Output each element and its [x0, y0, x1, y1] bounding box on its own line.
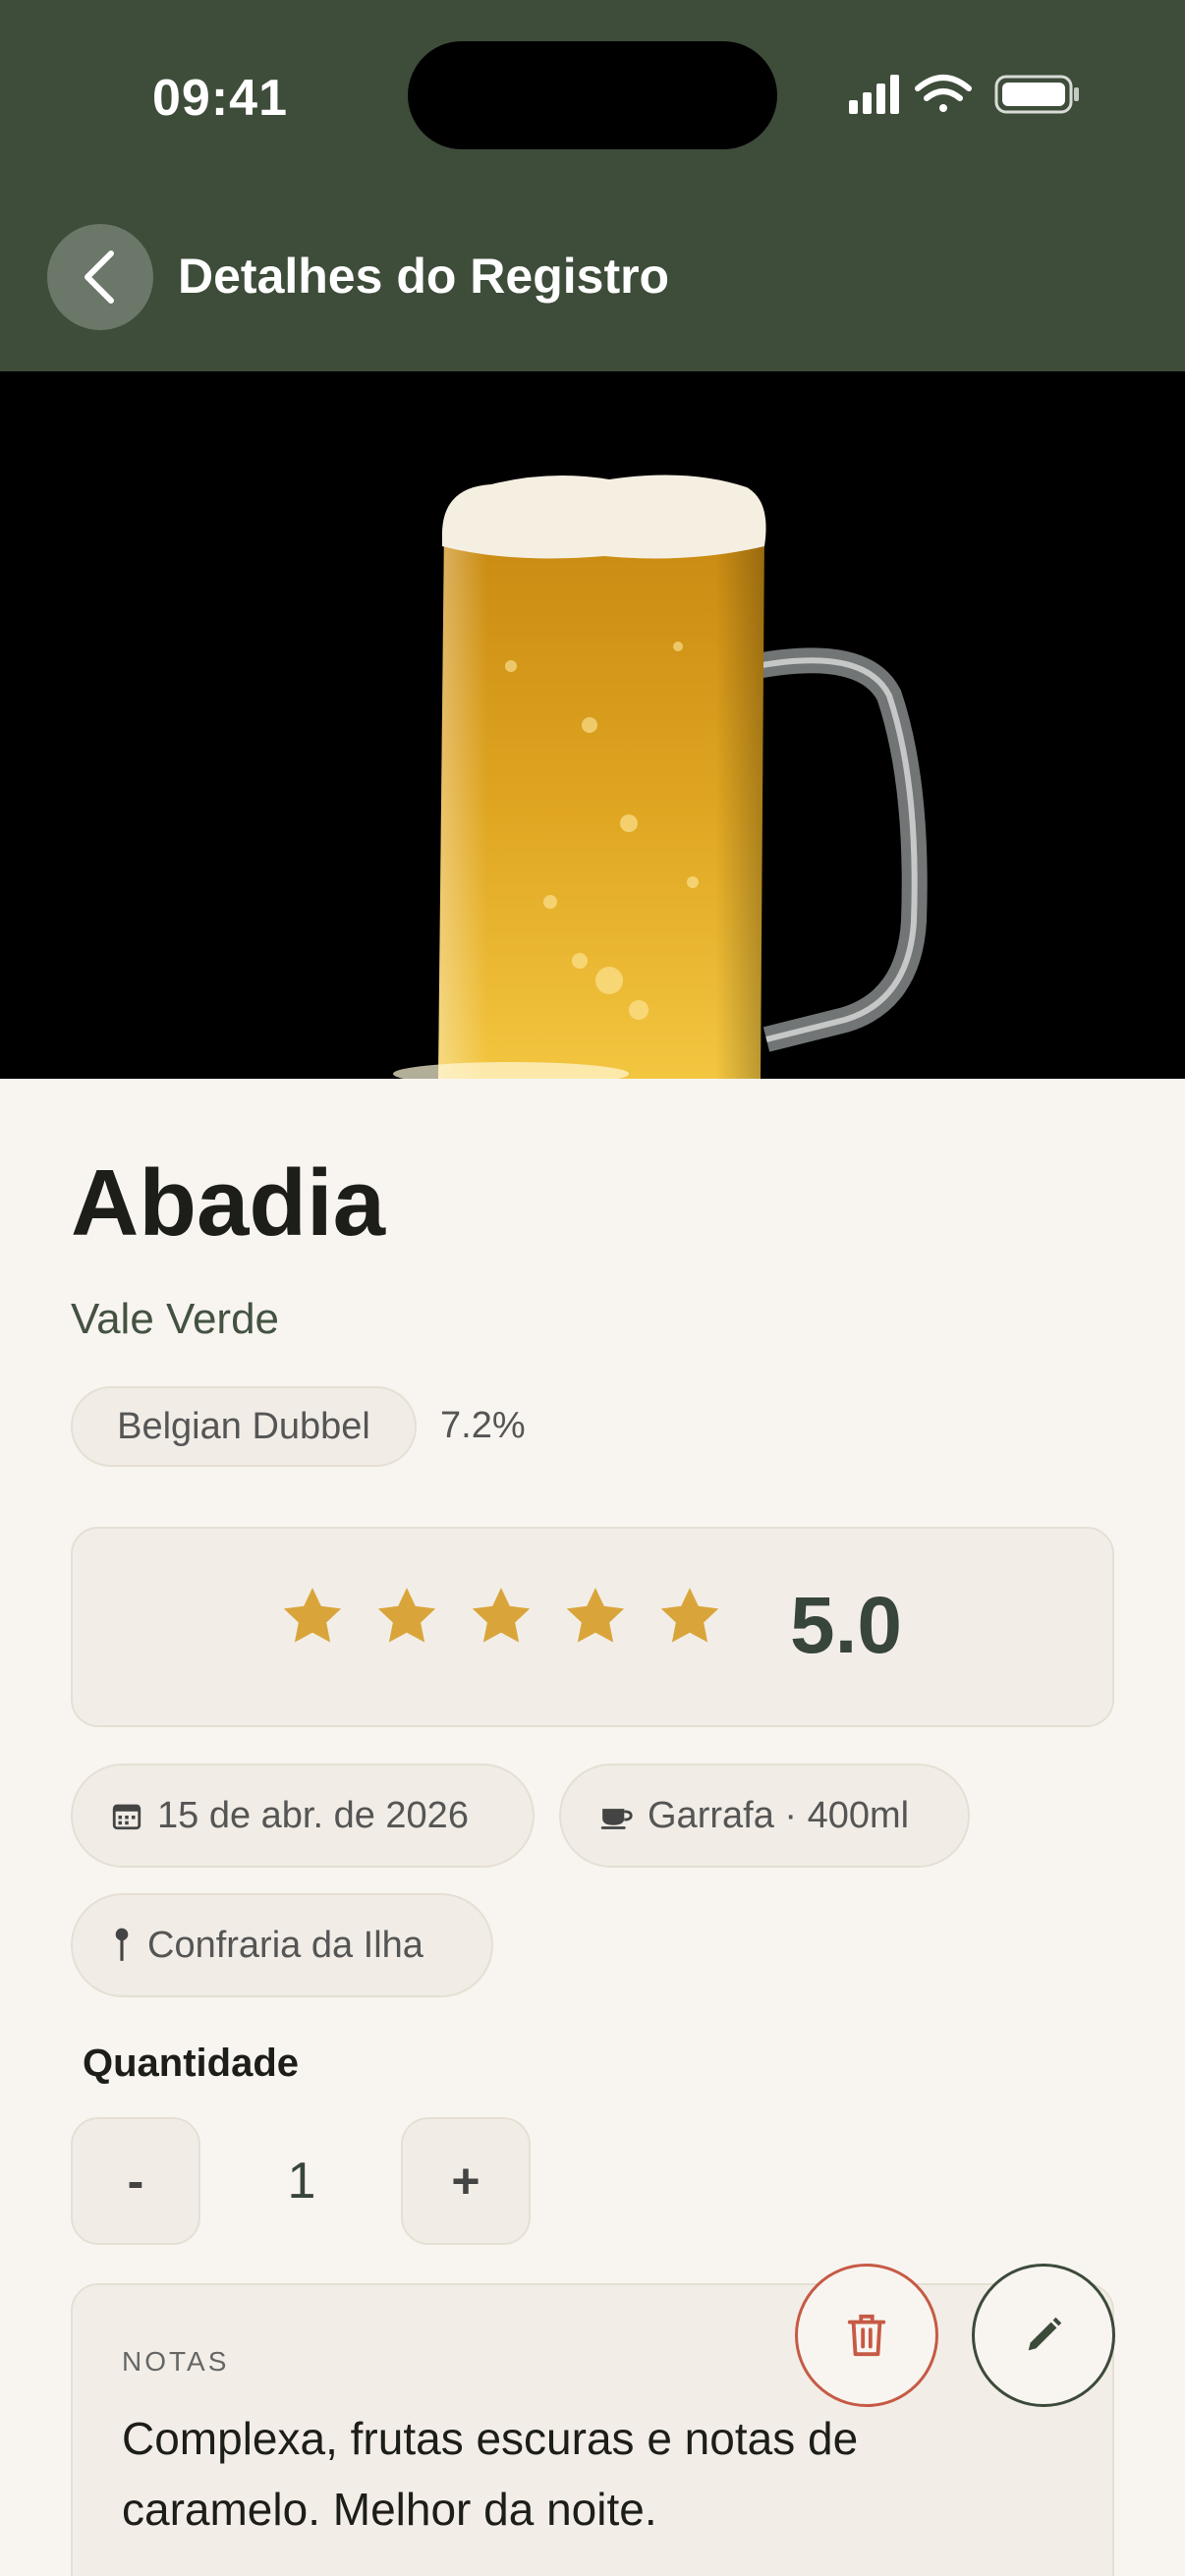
- notes-label: NOTAS: [122, 2346, 230, 2377]
- quantity-value: 1: [287, 2153, 316, 2210]
- star-icon: [472, 1588, 531, 1643]
- page-title: Detalhes do Registro: [178, 249, 670, 304]
- star-icon: [377, 1588, 436, 1643]
- date-chip: 15 de abr. de 2026: [71, 1764, 535, 1868]
- vessel-text: Garrafa · 400ml: [648, 1794, 910, 1836]
- calendar-icon: [112, 1804, 141, 1830]
- place-text: Confraria da Ilha: [147, 1924, 423, 1966]
- style-badge: Belgian Dubbel: [71, 1386, 417, 1467]
- trash-icon: [847, 2314, 886, 2357]
- vessel-chip: Garrafa · 400ml: [559, 1764, 970, 1868]
- date-text: 15 de abr. de 2026: [157, 1794, 469, 1836]
- status-time: 09:41: [152, 70, 288, 127]
- cup-icon: [600, 1809, 633, 1829]
- status-icons: [849, 75, 1079, 114]
- increment-button[interactable]: +: [401, 2117, 531, 2245]
- star-rating: [279, 1583, 723, 1650]
- back-button[interactable]: [47, 224, 153, 330]
- beer-name: Abadia: [71, 1150, 386, 1256]
- notes-text: Complexa, frutas escuras e notas de cara…: [122, 2413, 859, 2535]
- brewery-name: Vale Verde: [71, 1295, 280, 1343]
- beer-photo: [0, 371, 1185, 1079]
- pencil-icon: [1028, 2317, 1062, 2351]
- app-header: 09:41 Detalhes do Registro: [0, 0, 1185, 371]
- battery-icon: [994, 75, 1079, 114]
- rating-card: 5.0: [71, 1527, 1114, 1727]
- delete-button[interactable]: [795, 2264, 938, 2407]
- pin-icon: [115, 1928, 129, 1961]
- dynamic-island: [408, 41, 777, 149]
- star-icon: [660, 1588, 719, 1643]
- star-icon: [566, 1588, 625, 1643]
- notes-card: NOTAS Complexa, frutas escuras e notas d…: [71, 2283, 1114, 2576]
- wifi-icon: [915, 75, 972, 112]
- abv-value: 7.2%: [440, 1405, 526, 1446]
- rating-value: 5.0: [790, 1581, 902, 1670]
- edit-button[interactable]: [972, 2264, 1115, 2407]
- quantity-label: Quantidade: [83, 2042, 300, 2085]
- place-chip: Confraria da Ilha: [71, 1893, 493, 1997]
- signal-icon: [849, 75, 899, 114]
- chevron-left-icon: [85, 251, 114, 304]
- star-icon: [283, 1588, 342, 1643]
- decrement-button[interactable]: -: [71, 2117, 200, 2245]
- beer-mug-illustration: [393, 475, 928, 1079]
